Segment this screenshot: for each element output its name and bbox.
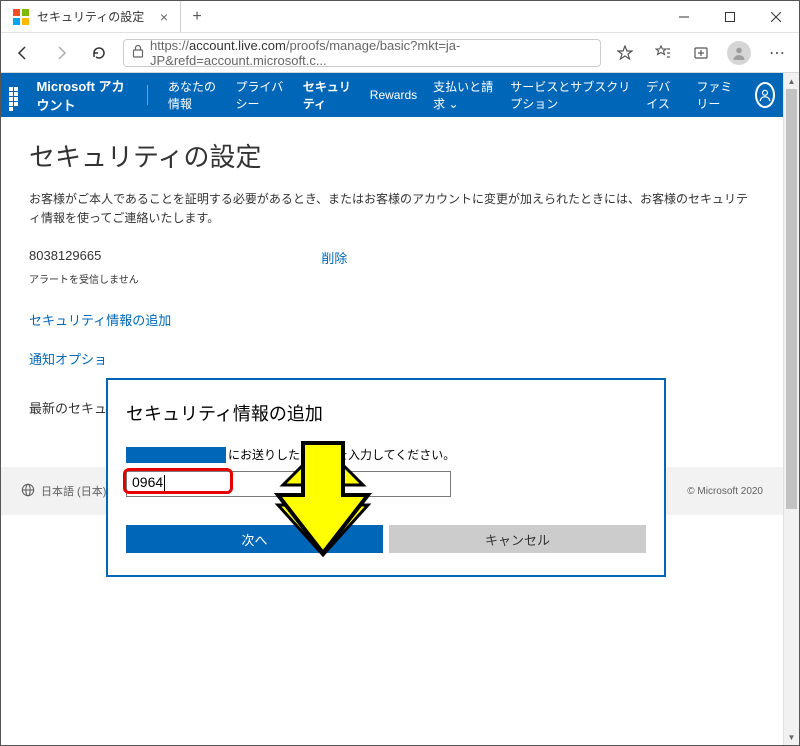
ms-favicon <box>13 9 29 25</box>
copyright: © Microsoft 2020 <box>687 486 763 497</box>
account-avatar-icon[interactable] <box>755 82 775 108</box>
back-button[interactable] <box>9 39 37 67</box>
avatar-icon <box>727 41 751 65</box>
new-tab-button[interactable]: + <box>181 1 213 32</box>
brand-label[interactable]: Microsoft アカウント <box>36 76 127 114</box>
page-title: セキュリティの設定 <box>29 137 755 174</box>
cancel-button[interactable]: キャンセル <box>389 525 646 553</box>
scroll-up-button[interactable]: ▲ <box>784 73 799 89</box>
window-titlebar: セキュリティの設定 × + <box>1 1 799 33</box>
url-text: https://account.live.com/proofs/manage/b… <box>150 38 592 68</box>
page-content: Microsoft アカウント あなたの情報 プライバシー セキュリティ Rew… <box>1 73 783 745</box>
locale-link[interactable]: 日本語 (日本) <box>41 483 106 499</box>
maximize-button[interactable] <box>707 1 753 32</box>
notification-options-link[interactable]: 通知オプショ <box>29 349 755 368</box>
alerts-off-label: アラートを受信しません <box>29 271 755 286</box>
refresh-button[interactable] <box>85 39 113 67</box>
app-launcher-icon[interactable] <box>9 87 20 103</box>
phone-number: 8038129665 <box>29 248 101 267</box>
ms-account-nav: Microsoft アカウント あなたの情報 プライバシー セキュリティ Rew… <box>1 73 783 117</box>
vertical-scrollbar[interactable]: ▲ ▼ <box>783 73 799 745</box>
more-button[interactable]: ⋯ <box>763 39 791 67</box>
nav-item-family[interactable]: ファミリー <box>696 78 739 112</box>
url-input[interactable]: https://account.live.com/proofs/manage/b… <box>123 39 601 67</box>
tab-title: セキュリティの設定 <box>37 8 144 25</box>
globe-icon <box>21 483 35 500</box>
nav-item-payment[interactable]: 支払いと請求 ⌄ <box>433 78 494 112</box>
window-controls <box>661 1 799 32</box>
collections-button[interactable] <box>687 39 715 67</box>
page-description: お客様がご本人であることを証明する必要があるとき、またはお客様のアカウントに変更… <box>29 190 755 228</box>
nav-item-yourinfo[interactable]: あなたの情報 <box>168 78 219 112</box>
text-caret <box>164 475 165 491</box>
favorite-button[interactable] <box>611 39 639 67</box>
delete-link[interactable]: 削除 <box>321 248 347 267</box>
tab-close-icon[interactable]: × <box>160 9 168 25</box>
nav-item-security[interactable]: セキュリティ <box>303 78 354 112</box>
add-security-info-dialog: セキュリティ情報の追加 にお送りしたコードを入力してください。 0964 次へ … <box>106 378 666 577</box>
dialog-title: セキュリティ情報の追加 <box>126 400 646 426</box>
redacted-destination <box>126 447 226 463</box>
lock-icon <box>132 44 144 61</box>
next-button[interactable]: 次へ <box>126 525 383 553</box>
favorites-list-button[interactable] <box>649 39 677 67</box>
profile-button[interactable] <box>725 39 753 67</box>
code-input[interactable]: 0964 <box>126 471 171 494</box>
minimize-button[interactable] <box>661 1 707 32</box>
scroll-down-button[interactable]: ▼ <box>784 729 799 745</box>
nav-item-rewards[interactable]: Rewards <box>370 88 417 102</box>
dialog-instruction: にお送りしたコードを入力してください。 <box>126 446 646 463</box>
add-security-info-link[interactable]: セキュリティ情報の追加 <box>29 310 755 329</box>
nav-item-devices[interactable]: デバイス <box>646 78 680 112</box>
close-window-button[interactable] <box>753 1 799 32</box>
address-bar-row: https://account.live.com/proofs/manage/b… <box>1 33 799 73</box>
browser-tab[interactable]: セキュリティの設定 × <box>1 1 181 32</box>
nav-item-privacy[interactable]: プライバシー <box>236 78 287 112</box>
forward-button[interactable] <box>47 39 75 67</box>
scrollbar-thumb[interactable] <box>786 89 797 509</box>
nav-item-services[interactable]: サービスとサブスクリプション <box>510 78 630 112</box>
